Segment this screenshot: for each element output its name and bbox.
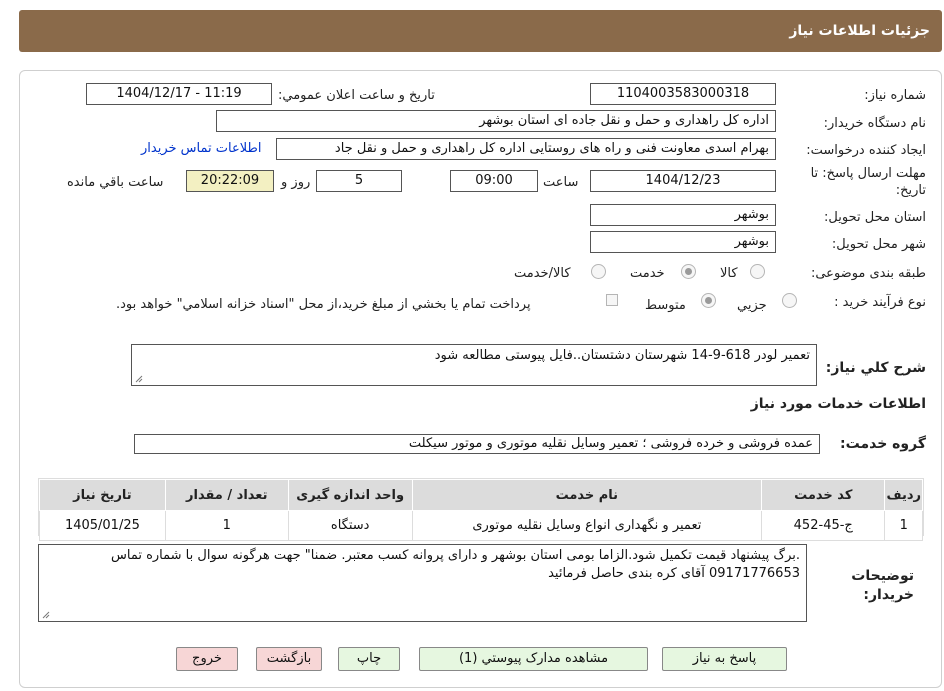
col-header-unit: واحد اندازه گيری [287,479,413,511]
process-option-minor: جزيي [737,298,767,313]
service-group-field: عمده فروشی و خرده فروشی ؛ تعمیر وسایل نق… [134,434,820,454]
deadline-date-field: 1404/12/23 [590,170,776,192]
remaining-time-field: 20:22:09 [186,170,274,192]
deadline-time-label: ساعت [543,175,579,190]
treasury-checkbox[interactable] [606,294,618,306]
days-field: 5 [316,170,402,192]
attachments-button[interactable]: مشاهده مدارک پيوستي (1) [419,647,648,671]
announce-field: 1404/12/17 - 11:19 [86,83,272,105]
buyer-notes-text: .برگ پیشنهاد قیمت تکمیل شود.الزاما بومی … [111,548,800,581]
category-label: طبقه بندی موضوعی: [810,266,926,281]
resize-grip-icon[interactable] [42,611,50,619]
process-radio-medium[interactable] [701,293,716,308]
col-header-need-date: تاريخ نياز [39,479,166,511]
buyer-org-field: اداره کل راهداری و حمل و نقل جاده ای است… [216,110,776,132]
page-title: جزئیات اطلاعات نیاز [789,23,930,39]
service-group-label: گروه خدمت: [840,436,926,452]
cell-unit: دستگاه [287,510,413,541]
deadline-time-field: 09:00 [450,170,538,192]
process-radio-minor[interactable] [782,293,797,308]
exit-button[interactable]: خروج [176,647,238,671]
province-field: بوشهر [590,204,776,226]
description-label: شرح کلي نياز: [825,360,926,376]
process-label: نوع فرآيند خريد : [834,295,926,310]
category-radio-goods[interactable] [750,264,765,279]
requester-label: ايجاد کننده درخواست: [806,143,926,158]
buyer-contact-link[interactable]: اطلاعات تماس خريدار [141,141,261,156]
category-radio-service[interactable] [681,264,696,279]
process-option-medium: متوسط [645,298,686,313]
cell-service-name: تعمیر و نگهداری انواع وسایل نقلیه موتوری [411,510,763,541]
category-option-goods-service: کالا/خدمت [514,266,571,281]
need-number-label: شماره نیاز: [864,88,926,103]
col-header-service-code: کد خدمت [761,479,886,511]
resize-grip-icon[interactable] [135,375,143,383]
buyer-notes-label: توضيحات خريدار: [851,568,914,603]
buyer-notes-textarea: .برگ پیشنهاد قیمت تکمیل شود.الزاما بومی … [38,544,807,622]
buyer-org-label: نام دستگاه خريدار: [823,116,926,131]
reply-button[interactable]: پاسخ به نياز [662,647,787,671]
table-row: 1 ج-45-452 تعمیر و نگهداری انواع وسایل ن… [39,510,923,541]
print-button[interactable]: چاپ [338,647,400,671]
cell-row-number: 1 [884,510,923,541]
category-option-goods: کالا [720,266,738,281]
requester-field: بهرام اسدی معاونت فنی و راه های روستایی … [276,138,776,160]
cell-service-code: ج-45-452 [761,510,886,541]
category-radio-goods-service[interactable] [591,264,606,279]
need-number-field: 1104003583000318 [590,83,776,105]
announce-label: تاریخ و ساعت اعلان عمومي: [278,88,435,103]
items-table: رديف کد خدمت نام خدمت واحد اندازه گيری ت… [39,479,923,541]
cell-need-date: 1405/01/25 [39,510,166,541]
col-header-service-name: نام خدمت [411,479,763,511]
payment-note: پرداخت تمام يا بخشي از مبلغ خريد،از محل … [116,297,531,312]
province-label: استان محل تحويل: [824,210,926,225]
description-text: تعمیر لودر 618-9-14 شهرستان دشتستان..فای… [434,348,810,363]
col-header-row-number: رديف [884,479,923,511]
category-option-service: خدمت [630,266,665,281]
deadline-label: مهلت ارسال پاسخ: تا تاريخ: [810,166,926,198]
items-table-frame: رديف کد خدمت نام خدمت واحد اندازه گيری ت… [38,478,924,541]
col-header-quantity: تعداد / مقدار [164,479,289,511]
services-heading: اطلاعات خدمات مورد نياز [750,396,926,412]
back-button[interactable]: بازگشت [256,647,322,671]
remaining-label: ساعت باقي مانده [67,175,164,190]
days-label: روز و [281,175,311,190]
table-header-row: رديف کد خدمت نام خدمت واحد اندازه گيری ت… [39,479,923,511]
page-header: جزئیات اطلاعات نیاز [19,10,942,52]
description-textarea: تعمیر لودر 618-9-14 شهرستان دشتستان..فای… [131,344,817,386]
city-label: شهر محل تحويل: [831,237,926,252]
cell-quantity: 1 [164,510,289,541]
city-field: بوشهر [590,231,776,253]
